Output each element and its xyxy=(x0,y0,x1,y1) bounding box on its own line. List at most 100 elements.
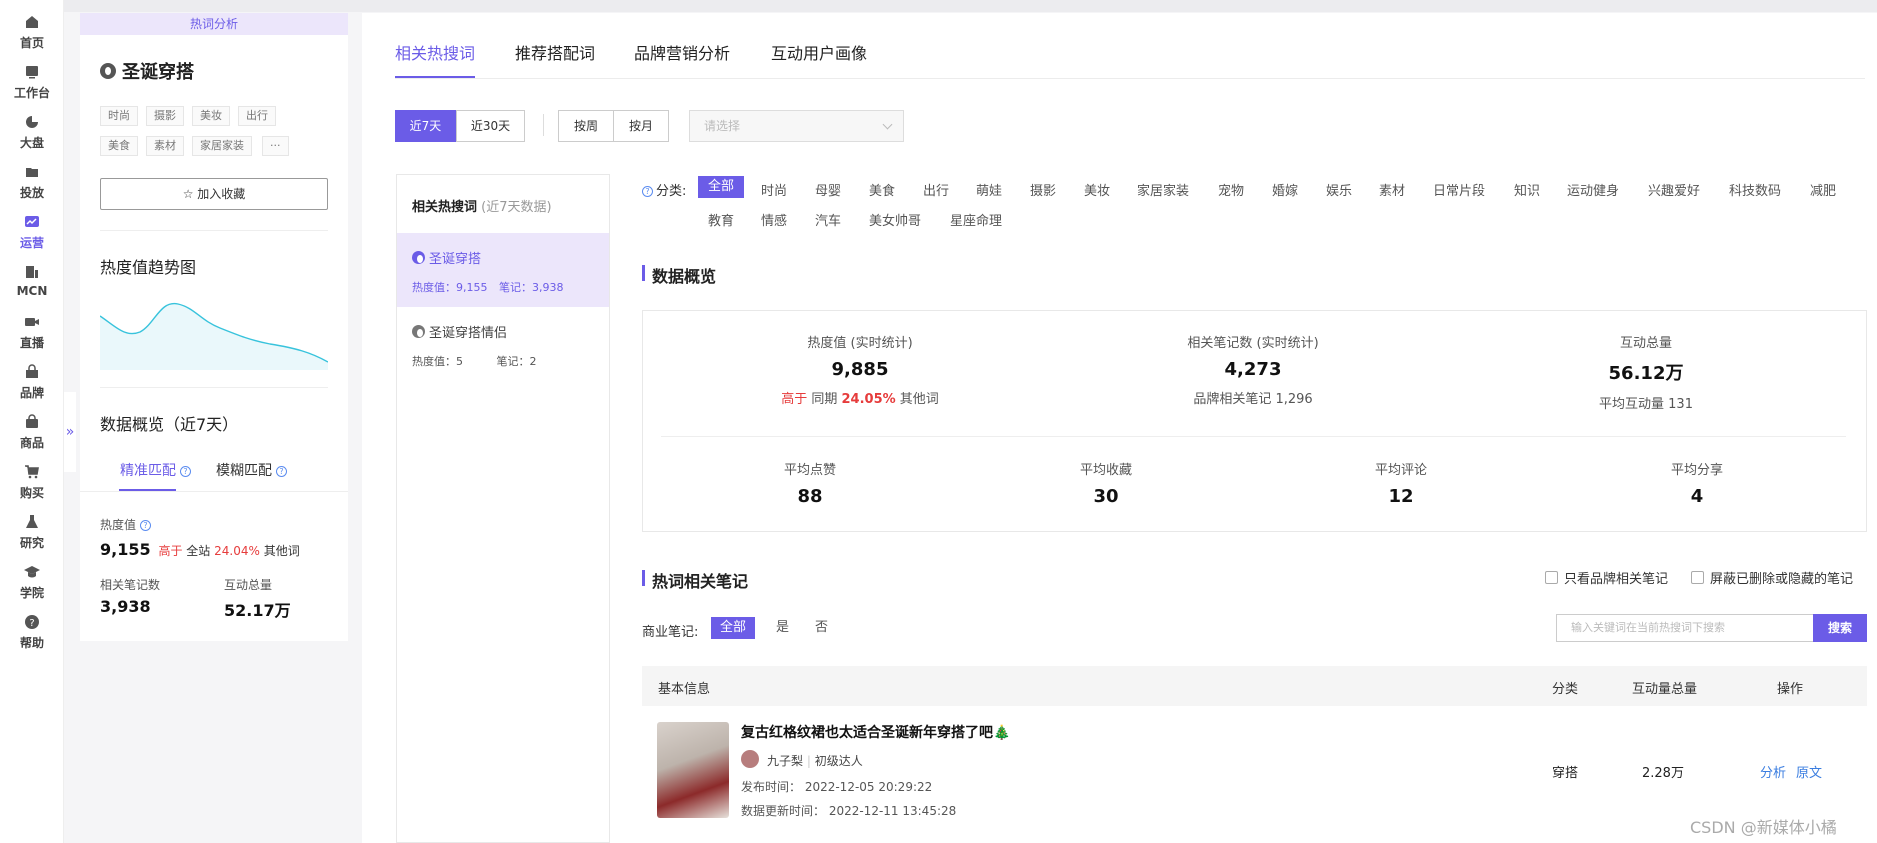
help-icon[interactable]: ? xyxy=(276,465,287,477)
category-item[interactable]: 兴趣爱好 xyxy=(1648,180,1700,199)
note-title[interactable]: 复古红格纹裙也太适合圣诞新年穿搭了吧🎄 xyxy=(741,722,1010,742)
nav-item-brand[interactable]: 品牌 xyxy=(0,364,64,416)
category-item[interactable]: 出行 xyxy=(923,180,949,199)
stat-notes-sub: 品牌相关笔记 1,296 xyxy=(1193,392,1313,407)
tab-related-search[interactable]: 相关热搜词 xyxy=(395,40,475,64)
checkbox-box[interactable] xyxy=(1691,571,1704,584)
help-icon[interactable]: ? xyxy=(180,465,191,477)
nav-item-help[interactable]: ? 帮助 xyxy=(0,614,64,666)
tab-exact-match[interactable]: 精准匹配? xyxy=(120,460,191,480)
original-link[interactable]: 原文 xyxy=(1796,762,1822,781)
help-icon[interactable]: ? xyxy=(642,186,653,197)
tab-user-profile[interactable]: 互动用户画像 xyxy=(771,40,867,64)
commercial-yes[interactable]: 是 xyxy=(776,617,789,639)
category-item[interactable]: 摄影 xyxy=(1030,180,1056,199)
nav-item-delivery[interactable]: 投放 xyxy=(0,164,64,216)
nav-item-research[interactable]: 研究 xyxy=(0,514,64,566)
col-interact-total: 互动量总量 xyxy=(1632,682,1698,697)
related-search-title: 相关热搜词 xyxy=(412,200,478,215)
search-button[interactable]: 搜索 xyxy=(1813,614,1867,642)
keyword-tag: 美食 xyxy=(100,136,138,156)
category-item[interactable]: 减肥 xyxy=(1810,180,1836,199)
add-favorite-label: 加入收藏 xyxy=(197,187,246,201)
home-icon xyxy=(26,16,38,28)
period-select[interactable]: 请选择 xyxy=(689,110,904,142)
hot-word-icon xyxy=(412,251,425,264)
category-item[interactable]: 家居家装 xyxy=(1137,180,1189,199)
video-icon xyxy=(25,318,39,326)
hide-deleted-checkbox[interactable]: 屏蔽已删除或隐藏的笔记 xyxy=(1691,568,1853,587)
related-item-selected[interactable] xyxy=(397,233,609,307)
stat-avg-comment-label: 平均评论 xyxy=(1374,463,1427,478)
stat-heat: 热度值 (实时统计) 9,885 高于 同期 24.05% 其他词 xyxy=(760,332,960,407)
note-thumbnail[interactable] xyxy=(657,722,729,818)
pie-chart-icon xyxy=(26,116,38,128)
category-item[interactable]: 素材 xyxy=(1379,180,1405,199)
add-favorite-button[interactable]: ☆ 加入收藏 xyxy=(100,178,328,210)
nav-item-operation[interactable]: 运营 xyxy=(0,214,64,266)
nav-item-purchase[interactable]: 购买 xyxy=(0,464,64,516)
category-item[interactable]: 美女帅哥 xyxy=(869,210,921,229)
tab-fuzzy-match[interactable]: 模糊匹配? xyxy=(216,460,287,480)
related-item-title[interactable]: 圣诞穿搭情侣 xyxy=(412,322,507,341)
analyze-link[interactable]: 分析 xyxy=(1760,762,1786,781)
range-30d-button[interactable]: 近30天 xyxy=(456,110,525,142)
category-item[interactable]: 萌娃 xyxy=(976,180,1002,199)
stat-interact-sub: 平均互动量 131 xyxy=(1599,397,1693,412)
heat-row: 9,155 高于 全站 24.04% 其他词 xyxy=(100,540,300,559)
tab-brand-marketing[interactable]: 品牌营销分析 xyxy=(634,40,730,64)
category-item[interactable]: 情感 xyxy=(761,210,787,229)
building-icon xyxy=(26,266,38,278)
interact-label: 互动总量 xyxy=(224,578,273,592)
bag-icon xyxy=(26,414,38,428)
nav-item-workbench[interactable]: 工作台 xyxy=(0,64,64,116)
nav-item-label: 直播 xyxy=(19,336,44,350)
nav-item-academy[interactable]: 学院 xyxy=(0,564,64,616)
category-item[interactable]: 汽车 xyxy=(815,210,841,229)
category-all[interactable]: 全部 xyxy=(698,176,745,198)
nav-item-market[interactable]: 大盘 xyxy=(0,114,64,166)
checkbox-box[interactable] xyxy=(1545,571,1558,584)
category-item[interactable]: 教育 xyxy=(708,210,734,229)
category-item[interactable]: 星座命理 xyxy=(950,210,1002,229)
heat-sub-mid: 同期 xyxy=(811,392,838,407)
category-item[interactable]: 时尚 xyxy=(761,180,787,199)
category-item[interactable]: 运动健身 xyxy=(1567,180,1619,199)
category-item[interactable]: 日常片段 xyxy=(1433,180,1485,199)
nav-item-goods[interactable]: 商品 xyxy=(0,414,64,466)
stat-avg-like-value: 88 xyxy=(797,486,823,507)
category-item[interactable]: 知识 xyxy=(1514,180,1540,199)
category-item[interactable]: 婚嫁 xyxy=(1272,180,1298,199)
overview-7d-title: 数据概览（近7天） xyxy=(100,415,239,434)
watermark: CSDN @新媒体小橘 xyxy=(1690,818,1837,837)
related-item-name: 圣诞穿搭情侣 xyxy=(429,326,508,341)
related-search-header: 相关热搜词 (近7天数据) xyxy=(412,196,552,215)
heat-label-text: 热度值 xyxy=(100,518,137,532)
heat-sub-suffix: 其他词 xyxy=(899,392,939,407)
keyword-tag: 家居家装 xyxy=(192,136,252,156)
nav-item-label: 品牌 xyxy=(19,386,44,400)
notes-search-input[interactable]: 输入关键词在当前热搜词下搜索 xyxy=(1556,614,1814,642)
category-item[interactable]: 母婴 xyxy=(815,180,841,199)
category-item[interactable]: 宠物 xyxy=(1218,180,1244,199)
range-7d-button[interactable]: 近7天 xyxy=(395,110,456,142)
nav-item-mcn[interactable]: MCN xyxy=(0,264,64,316)
nav-item-home[interactable]: 首页 xyxy=(0,14,64,66)
notes-label: 相关笔记数 xyxy=(100,578,161,592)
commercial-no[interactable]: 否 xyxy=(815,617,828,639)
category-item[interactable]: 科技数码 xyxy=(1729,180,1781,199)
commercial-all[interactable]: 全部 xyxy=(711,617,756,639)
more-tags-button[interactable]: ··· xyxy=(262,136,289,156)
nav-item-live[interactable]: 直播 xyxy=(0,314,64,366)
category-item[interactable]: 美妆 xyxy=(1084,180,1110,199)
help-icon[interactable]: ? xyxy=(140,520,152,531)
by-month-button[interactable]: 按月 xyxy=(613,110,669,142)
heat-compare-pct: 24.04% xyxy=(214,544,260,558)
by-week-button[interactable]: 按周 xyxy=(558,110,614,142)
tab-recommended-words[interactable]: 推荐搭配词 xyxy=(515,40,595,64)
brand-only-checkbox[interactable]: 只看品牌相关笔记 xyxy=(1545,568,1668,587)
expand-rail-button[interactable]: » xyxy=(64,392,76,472)
category-item[interactable]: 娱乐 xyxy=(1326,180,1352,199)
author-name[interactable]: 九子梨 xyxy=(767,754,803,768)
category-item[interactable]: 美食 xyxy=(869,180,895,199)
